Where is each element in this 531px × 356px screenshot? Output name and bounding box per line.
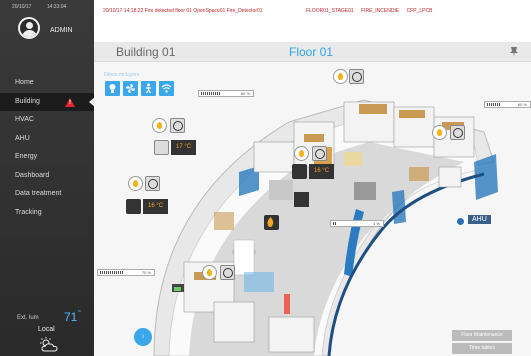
bar-percent: 60 % xyxy=(517,102,527,107)
bar-percent: 1 % xyxy=(373,221,380,226)
alarm-message: 20/10/17 14:18:22 Fire detected floor 01… xyxy=(103,8,263,14)
fire-alarm-icon[interactable] xyxy=(264,215,279,230)
ext-lum-label: Ext. lum xyxy=(17,315,39,321)
nav-item-energy[interactable]: Energy xyxy=(0,148,94,167)
nav-label: Building xyxy=(15,97,40,105)
lighting-icon[interactable] xyxy=(105,81,120,96)
fan-icon[interactable] xyxy=(126,199,141,214)
ext-lum-unit: lx xyxy=(78,308,81,313)
level-bar: 60 % xyxy=(198,90,254,97)
time: 14:33:04 xyxy=(46,4,67,10)
temperature-readout: 16 °C xyxy=(309,164,335,179)
clock-icon[interactable] xyxy=(220,265,235,280)
level-bar: 60 % xyxy=(484,101,531,108)
temperature-readout: 17 °C xyxy=(171,140,197,155)
alarm-codes: FLOOR01_STAGE01 FIRE_INCENDIE CFP_LPCB xyxy=(306,8,438,14)
floor-plan-view[interactable]: Filters on layers 60 % 60 % 70 % 1 % 17 … xyxy=(94,62,531,356)
time-tables-button[interactable]: Time tables xyxy=(452,343,512,354)
nav-label: Data treatment xyxy=(15,190,62,197)
clock-icon[interactable] xyxy=(349,69,364,84)
floor-title[interactable]: Floor 01 xyxy=(289,45,333,59)
alert-icon xyxy=(65,97,75,107)
lighting-icon[interactable] xyxy=(333,69,348,84)
alarm-code: FIRE_INCENDIE xyxy=(361,8,400,14)
user-avatar-icon[interactable] xyxy=(18,17,40,39)
location-label: Local xyxy=(38,326,55,333)
date: 20/10/17 xyxy=(12,4,32,10)
lighting-icon[interactable] xyxy=(202,265,217,280)
alarm-code: FLOOR01_STAGE01 xyxy=(306,8,354,14)
header: Building 01 Floor 01 xyxy=(94,42,531,62)
nav-label: Home xyxy=(15,79,34,86)
nav-item-home[interactable]: Home xyxy=(0,74,94,93)
pin-icon[interactable] xyxy=(509,46,519,57)
alarm-code: CFP_LPCB xyxy=(406,8,433,14)
partly-cloudy-icon xyxy=(40,337,58,352)
bar-percent: 70 % xyxy=(141,270,151,275)
ext-lum-value: 71 xyxy=(64,310,78,324)
occupancy-icon[interactable] xyxy=(141,81,156,96)
nav-item-dashboard[interactable]: Dashboard xyxy=(0,167,94,186)
bar-percent: 60 % xyxy=(240,91,250,96)
clock-icon[interactable] xyxy=(170,118,185,133)
floor-maintenance-button[interactable]: Floor Maintenance xyxy=(452,330,512,341)
filters-label: Filters on layers xyxy=(104,72,140,78)
nav-label: Energy xyxy=(15,153,38,160)
nav-item-data-treatment[interactable]: Data treatment xyxy=(0,185,94,204)
nav-label: AHU xyxy=(15,134,30,142)
username: ADMIN xyxy=(50,27,73,34)
nav-item-ahu[interactable]: AHU xyxy=(0,130,94,149)
level-bar: 70 % xyxy=(97,269,155,276)
ahu-label[interactable]: AHU xyxy=(468,215,491,224)
nav-label: HVAC xyxy=(15,116,34,123)
alarm-bar[interactable]: 20/10/17 14:18:22 Fire detected floor 01… xyxy=(94,0,531,42)
fan-icon[interactable] xyxy=(154,140,169,155)
lighting-icon[interactable] xyxy=(152,118,167,133)
nav-label: Dashboard xyxy=(15,171,50,179)
ahu-marker-icon[interactable] xyxy=(456,217,465,226)
ventilation-icon[interactable] xyxy=(123,81,138,96)
info-icon[interactable]: i xyxy=(134,328,152,346)
building-title[interactable]: Building 01 xyxy=(116,45,175,59)
fan-icon[interactable] xyxy=(292,164,307,179)
nav-menu: Home Building HVAC AHU Energy Dashboard … xyxy=(0,74,95,223)
temperature-readout: 16 °C xyxy=(143,199,169,214)
clock-icon[interactable] xyxy=(145,176,160,191)
level-bar: 1 % xyxy=(330,220,384,227)
nav-item-building[interactable]: Building xyxy=(0,92,95,111)
datetime: 20/10/17 14:33:04 xyxy=(12,4,80,10)
wifi-icon[interactable] xyxy=(159,81,174,96)
lighting-icon[interactable] xyxy=(128,176,143,191)
layer-filters xyxy=(105,81,174,96)
clock-icon[interactable] xyxy=(450,125,465,140)
lighting-icon[interactable] xyxy=(294,146,309,161)
nav-label: Tracking xyxy=(15,208,42,216)
sidebar: 20/10/17 14:33:04 ADMIN Home Building HV… xyxy=(0,0,95,356)
nav-item-hvac[interactable]: HVAC xyxy=(0,111,94,130)
lighting-icon[interactable] xyxy=(432,125,447,140)
clock-icon[interactable] xyxy=(312,146,327,161)
nav-item-tracking[interactable]: Tracking xyxy=(0,204,94,223)
